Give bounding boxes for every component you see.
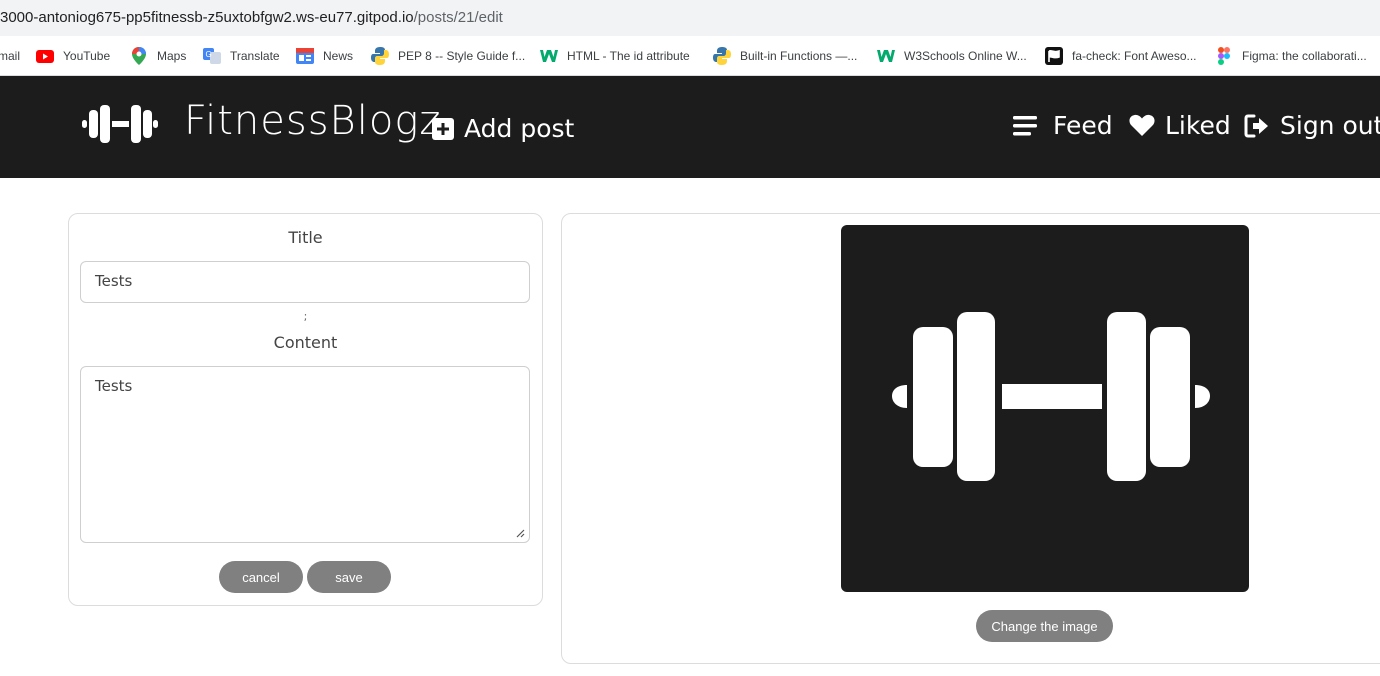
bookmark-fontawesome[interactable]: fa-check: Font Aweso... [1045,47,1197,65]
bookmark-label: Figma: the collaborati... [1242,49,1367,63]
bookmark-label: mail [0,49,21,63]
translate-icon: G [203,48,221,64]
bookmark-label: Translate [230,49,280,63]
w3schools-icon [540,48,558,64]
bars-icon [1013,115,1037,135]
nav-liked[interactable]: Liked [1129,111,1231,140]
bookmark-maps[interactable]: Maps [130,47,186,65]
bookmark-gmail[interactable]: mail [0,47,20,65]
sign-out-icon [1244,114,1268,137]
nav-feed[interactable]: Feed [1013,111,1113,140]
bookmark-news[interactable]: News [296,47,353,65]
bookmarks-bar: mail YouTube Maps G Translate News PEP 8… [0,36,1380,76]
url-path: /posts/21/edit [413,9,503,26]
bookmark-label: YouTube [63,49,111,63]
python-icon [371,47,389,65]
edit-post-form: Title Tests ; Content Tests cancel save [68,213,543,606]
cancel-button[interactable]: cancel [219,561,303,593]
change-image-button[interactable]: Change the image [976,610,1113,642]
nav-sign-out-label: Sign out [1280,111,1380,140]
browser-address-bar[interactable]: 3000-antoniog675-pp5fitnessb-z5uxtobfgw2… [0,0,1380,36]
bookmark-w3schools[interactable]: W3Schools Online W... [877,47,1027,65]
w3schools-icon [877,48,895,64]
post-image [841,225,1249,592]
maps-icon [130,47,148,65]
news-icon [296,48,314,64]
bookmark-pep8[interactable]: PEP 8 -- Style Guide f... [371,47,525,65]
save-button[interactable]: save [307,561,391,593]
nav-add-post-label: Add post [464,114,575,143]
resize-handle-icon[interactable] [515,528,525,538]
url-text[interactable]: 3000-antoniog675-pp5fitnessb-z5uxtobfgw2… [0,9,503,26]
bookmark-html-id[interactable]: HTML - The id attribute [540,47,690,65]
nav-sign-out[interactable]: Sign out [1244,111,1380,140]
svg-text:G: G [206,50,212,59]
bookmark-youtube[interactable]: YouTube [36,47,110,65]
fontawesome-icon [1045,47,1063,65]
dumbbell-logo-icon[interactable] [82,103,158,149]
bookmark-label: PEP 8 -- Style Guide f... [398,49,526,63]
bookmark-translate[interactable]: G Translate [203,47,280,65]
python-icon [713,47,731,65]
bookmark-label: W3Schools Online W... [904,49,1027,63]
nav-add-post[interactable]: Add post [432,114,574,143]
bookmark-label: HTML - The id attribute [567,49,690,63]
brand-name[interactable]: FitnessBlogz [184,98,441,144]
bookmark-builtin-functions[interactable]: Built-in Functions —... [713,47,857,65]
plus-square-icon [432,117,454,140]
nav-liked-label: Liked [1165,111,1231,140]
heart-icon [1129,114,1155,136]
bookmark-label: fa-check: Font Aweso... [1072,49,1197,63]
bookmark-label: Maps [157,49,187,63]
content-textarea[interactable]: Tests [80,366,530,543]
title-label: Title [288,228,323,247]
site-navbar: FitnessBlogz Add post Feed Liked Sign ou… [0,76,1380,178]
bookmark-label: News [323,49,354,63]
title-input[interactable]: Tests [80,261,530,303]
url-host: 3000-antoniog675-pp5fitnessb-z5uxtobfgw2… [0,9,414,26]
content-label: Content [273,333,338,352]
figma-icon [1215,47,1233,65]
form-separator: ; [303,310,308,323]
bookmark-figma[interactable]: Figma: the collaborati... [1215,47,1367,65]
youtube-icon [36,48,54,64]
dumbbell-icon [892,312,1210,481]
content-text: Tests [95,377,133,395]
post-image-panel: Change the image [561,213,1380,664]
bookmark-label: Built-in Functions —... [740,49,858,63]
nav-feed-label: Feed [1053,111,1113,140]
